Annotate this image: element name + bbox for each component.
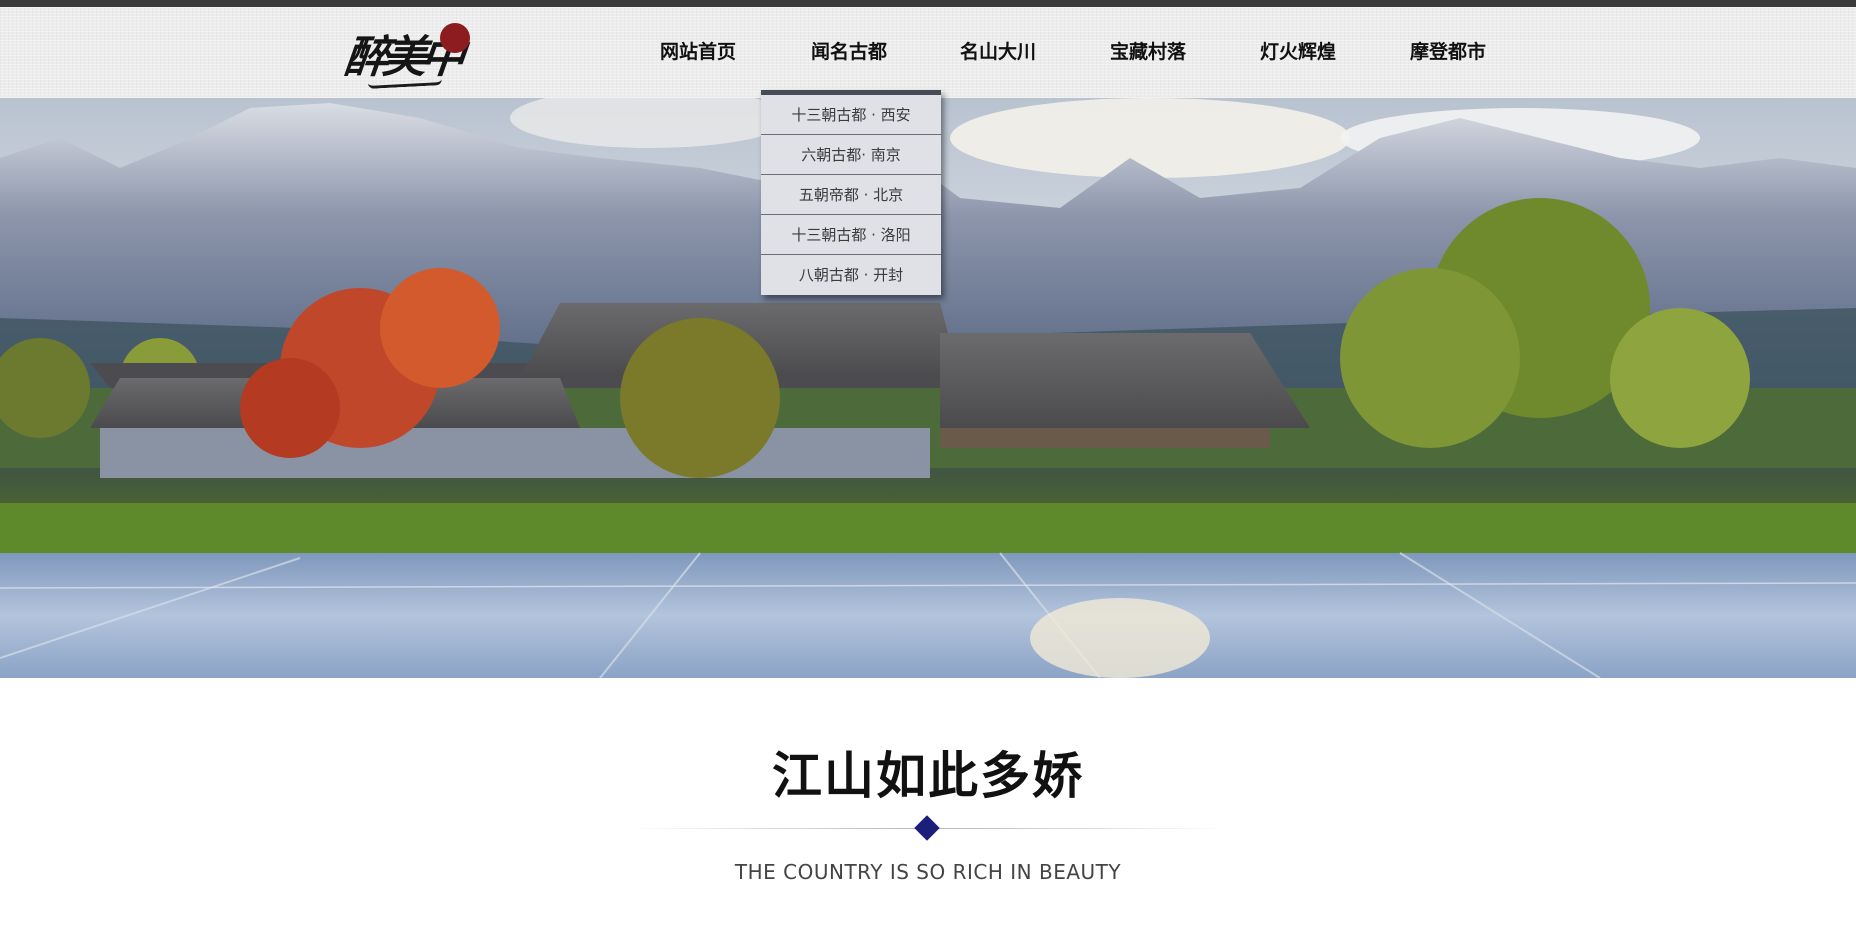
- dropdown-item-xian[interactable]: 十三朝古都 · 西安: [761, 95, 941, 135]
- diamond-icon: [914, 815, 940, 841]
- dropdown-item-luoyang[interactable]: 十三朝古都 · 洛阳: [761, 215, 941, 255]
- reflecting-pool: [0, 553, 1856, 678]
- section-subtitle: THE COUNTRY IS SO RICH IN BEAUTY: [734, 860, 1122, 884]
- dropdown-item-beijing[interactable]: 五朝帝都 · 北京: [761, 175, 941, 215]
- temple-roof-right: [940, 333, 1310, 428]
- dropdown-item-kaifeng[interactable]: 八朝古都 · 开封: [761, 255, 941, 295]
- nav-item-ancient-capitals[interactable]: 闻名古都: [811, 7, 887, 98]
- nav-item-home[interactable]: 网站首页: [660, 7, 736, 98]
- top-strip: [0, 0, 1856, 7]
- site-logo[interactable]: 醉美中国: [335, 15, 474, 147]
- hedge: [0, 503, 1856, 553]
- nav-dropdown-ancient-capitals: 十三朝古都 · 西安 六朝古都· 南京 五朝帝都 · 北京 十三朝古都 · 洛阳…: [761, 90, 941, 295]
- logo-seal-icon: [440, 23, 470, 53]
- nav-item-villages[interactable]: 宝藏村落: [1110, 7, 1186, 98]
- section-title: 江山如此多娇: [772, 747, 1084, 805]
- nav-item-modern-cities[interactable]: 摩登都市: [1410, 7, 1486, 98]
- dropdown-item-nanjing[interactable]: 六朝古都· 南京: [761, 135, 941, 175]
- site-header: 醉美中国: [0, 7, 1856, 147]
- nav-item-mountains-rivers[interactable]: 名山大川: [960, 7, 1036, 98]
- nav-item-lights[interactable]: 灯火辉煌: [1260, 7, 1336, 98]
